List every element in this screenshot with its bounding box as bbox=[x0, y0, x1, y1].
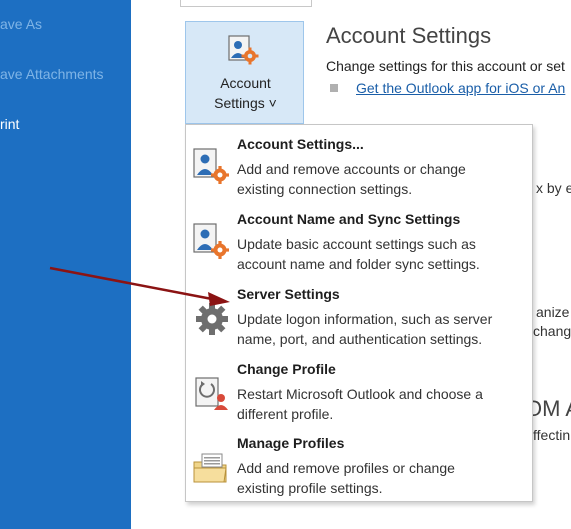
menu-item-description: Add and remove accounts or change bbox=[237, 161, 466, 177]
background-text-fragment: chang bbox=[533, 323, 571, 339]
background-text-fragment: anize bbox=[536, 304, 570, 320]
sidebar-item-save-as[interactable]: ave As bbox=[0, 16, 42, 32]
menu-item-server-settings[interactable]: Server Settings Update logon information… bbox=[186, 279, 532, 353]
account-settings-button-label: Account bbox=[220, 75, 271, 91]
menu-item-account-settings[interactable]: Account Settings... Add and remove accou… bbox=[186, 129, 532, 203]
manage-profiles-icon bbox=[193, 453, 227, 483]
bullet-icon bbox=[330, 84, 338, 92]
menu-item-title: Account Name and Sync Settings bbox=[237, 211, 461, 227]
menu-item-change-profile[interactable]: Change Profile Restart Microsoft Outlook… bbox=[186, 354, 532, 428]
section-description: Change settings for this account or set bbox=[326, 58, 565, 74]
menu-item-account-name-sync[interactable]: Account Name and Sync Settings Update ba… bbox=[186, 204, 532, 278]
account-settings-button-label-2: Settings ˅ bbox=[214, 95, 277, 111]
menu-item-description: Update logon information, such as server bbox=[237, 311, 493, 327]
sidebar-item-print[interactable]: rint bbox=[0, 116, 19, 132]
menu-item-title: Manage Profiles bbox=[237, 435, 345, 451]
menu-item-description: existing connection settings. bbox=[237, 181, 413, 197]
menu-item-title: Server Settings bbox=[237, 286, 340, 302]
outlook-app-link[interactable]: Get the Outlook app for iOS or An bbox=[356, 80, 565, 96]
sidebar-item-save-attachments[interactable]: ave Attachments bbox=[0, 66, 104, 82]
menu-item-description: existing profile settings. bbox=[237, 480, 383, 496]
background-text-fragment: x by e bbox=[536, 180, 571, 196]
account-settings-icon bbox=[193, 148, 229, 184]
menu-item-title: Change Profile bbox=[237, 361, 336, 377]
menu-item-description: name, port, and authentication settings. bbox=[237, 331, 483, 347]
menu-item-description: account name and folder sync settings. bbox=[237, 256, 480, 272]
menu-item-manage-profiles[interactable]: Manage Profiles Add and remove profiles … bbox=[186, 428, 532, 502]
page-title: Account Settings bbox=[326, 23, 492, 48]
backstage-sidebar: ave As ave Attachments rint bbox=[0, 0, 131, 529]
menu-item-title: Account Settings... bbox=[237, 136, 364, 152]
menu-item-description: Add and remove profiles or change bbox=[237, 460, 455, 476]
account-settings-menu: Account Settings... Add and remove accou… bbox=[185, 124, 533, 502]
menu-item-description: different profile. bbox=[237, 406, 334, 422]
account-settings-dropdown-button[interactable]: Account Settings ˅ bbox=[185, 21, 304, 124]
change-profile-icon bbox=[195, 377, 228, 410]
gear-icon bbox=[196, 303, 228, 335]
menu-item-description: Update basic account settings such as bbox=[237, 236, 476, 252]
background-text-fragment: ffectin bbox=[533, 427, 571, 443]
account-name-sync-icon bbox=[193, 223, 229, 259]
menu-item-description: Restart Microsoft Outlook and choose a bbox=[237, 386, 483, 402]
account-settings-icon bbox=[228, 35, 259, 65]
previous-button-edge bbox=[180, 0, 312, 7]
